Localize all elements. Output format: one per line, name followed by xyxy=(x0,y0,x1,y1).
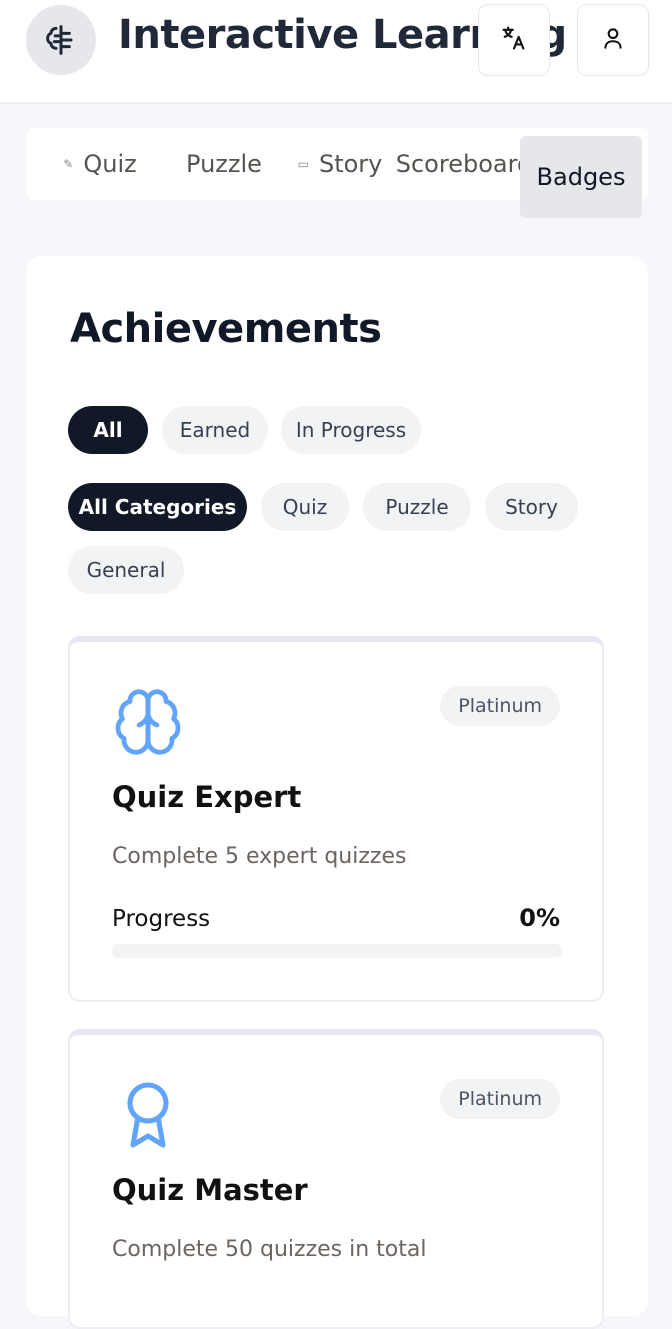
tab-puzzle[interactable]: Puzzle xyxy=(174,128,274,200)
achievement-title: Quiz Master xyxy=(112,1173,308,1207)
main-tabs: ✎ Quiz Puzzle ▭ Story Scoreboard Badges xyxy=(26,128,648,218)
tab-badges[interactable]: Badges xyxy=(520,136,642,218)
filter-in-progress[interactable]: In Progress xyxy=(281,406,421,454)
achievement-card[interactable]: Platinum Quiz Expert Complete 5 expert q… xyxy=(68,636,604,1002)
app-header: Interactive Learning xyxy=(0,0,672,104)
tab-label: Puzzle xyxy=(186,150,262,178)
tab-story[interactable]: ▭ Story xyxy=(290,128,390,200)
brain-icon xyxy=(112,686,184,758)
achievement-title: Quiz Expert xyxy=(112,780,302,814)
tier-badge: Platinum xyxy=(440,1079,560,1119)
achievement-description: Complete 50 quizzes in total xyxy=(112,1237,427,1262)
story-icon: ▭ xyxy=(297,157,309,171)
tab-scoreboard[interactable]: Scoreboard xyxy=(396,128,533,200)
tab-label: Badges xyxy=(536,163,626,191)
achievement-card[interactable]: Platinum Quiz Master Complete 50 quizzes… xyxy=(68,1029,604,1329)
tier-badge: Platinum xyxy=(440,686,560,726)
tab-label: Story xyxy=(318,150,383,178)
filter-earned[interactable]: Earned xyxy=(162,406,268,454)
category-general[interactable]: General xyxy=(68,546,184,594)
category-quiz[interactable]: Quiz xyxy=(261,483,349,531)
progress-value: 0% xyxy=(519,904,560,932)
translate-icon xyxy=(500,24,528,56)
achievement-description: Complete 5 expert quizzes xyxy=(112,844,407,869)
tab-quiz[interactable]: ✎ Quiz xyxy=(50,128,150,200)
tab-label: Scoreboard xyxy=(395,150,533,178)
category-puzzle[interactable]: Puzzle xyxy=(363,483,471,531)
tab-label: Quiz xyxy=(83,150,137,178)
award-ribbon-icon xyxy=(112,1079,184,1151)
user-profile-button[interactable] xyxy=(577,4,649,76)
page-title: Achievements xyxy=(70,306,382,352)
progress-bar xyxy=(112,944,562,958)
user-icon xyxy=(600,25,626,55)
language-button[interactable] xyxy=(478,4,550,76)
progress-label: Progress xyxy=(112,906,211,932)
quiz-icon: ✎ xyxy=(63,157,74,171)
category-story[interactable]: Story xyxy=(485,483,578,531)
filter-all[interactable]: All xyxy=(68,406,148,454)
category-all[interactable]: All Categories xyxy=(68,483,247,531)
logo-icon[interactable] xyxy=(26,5,96,75)
